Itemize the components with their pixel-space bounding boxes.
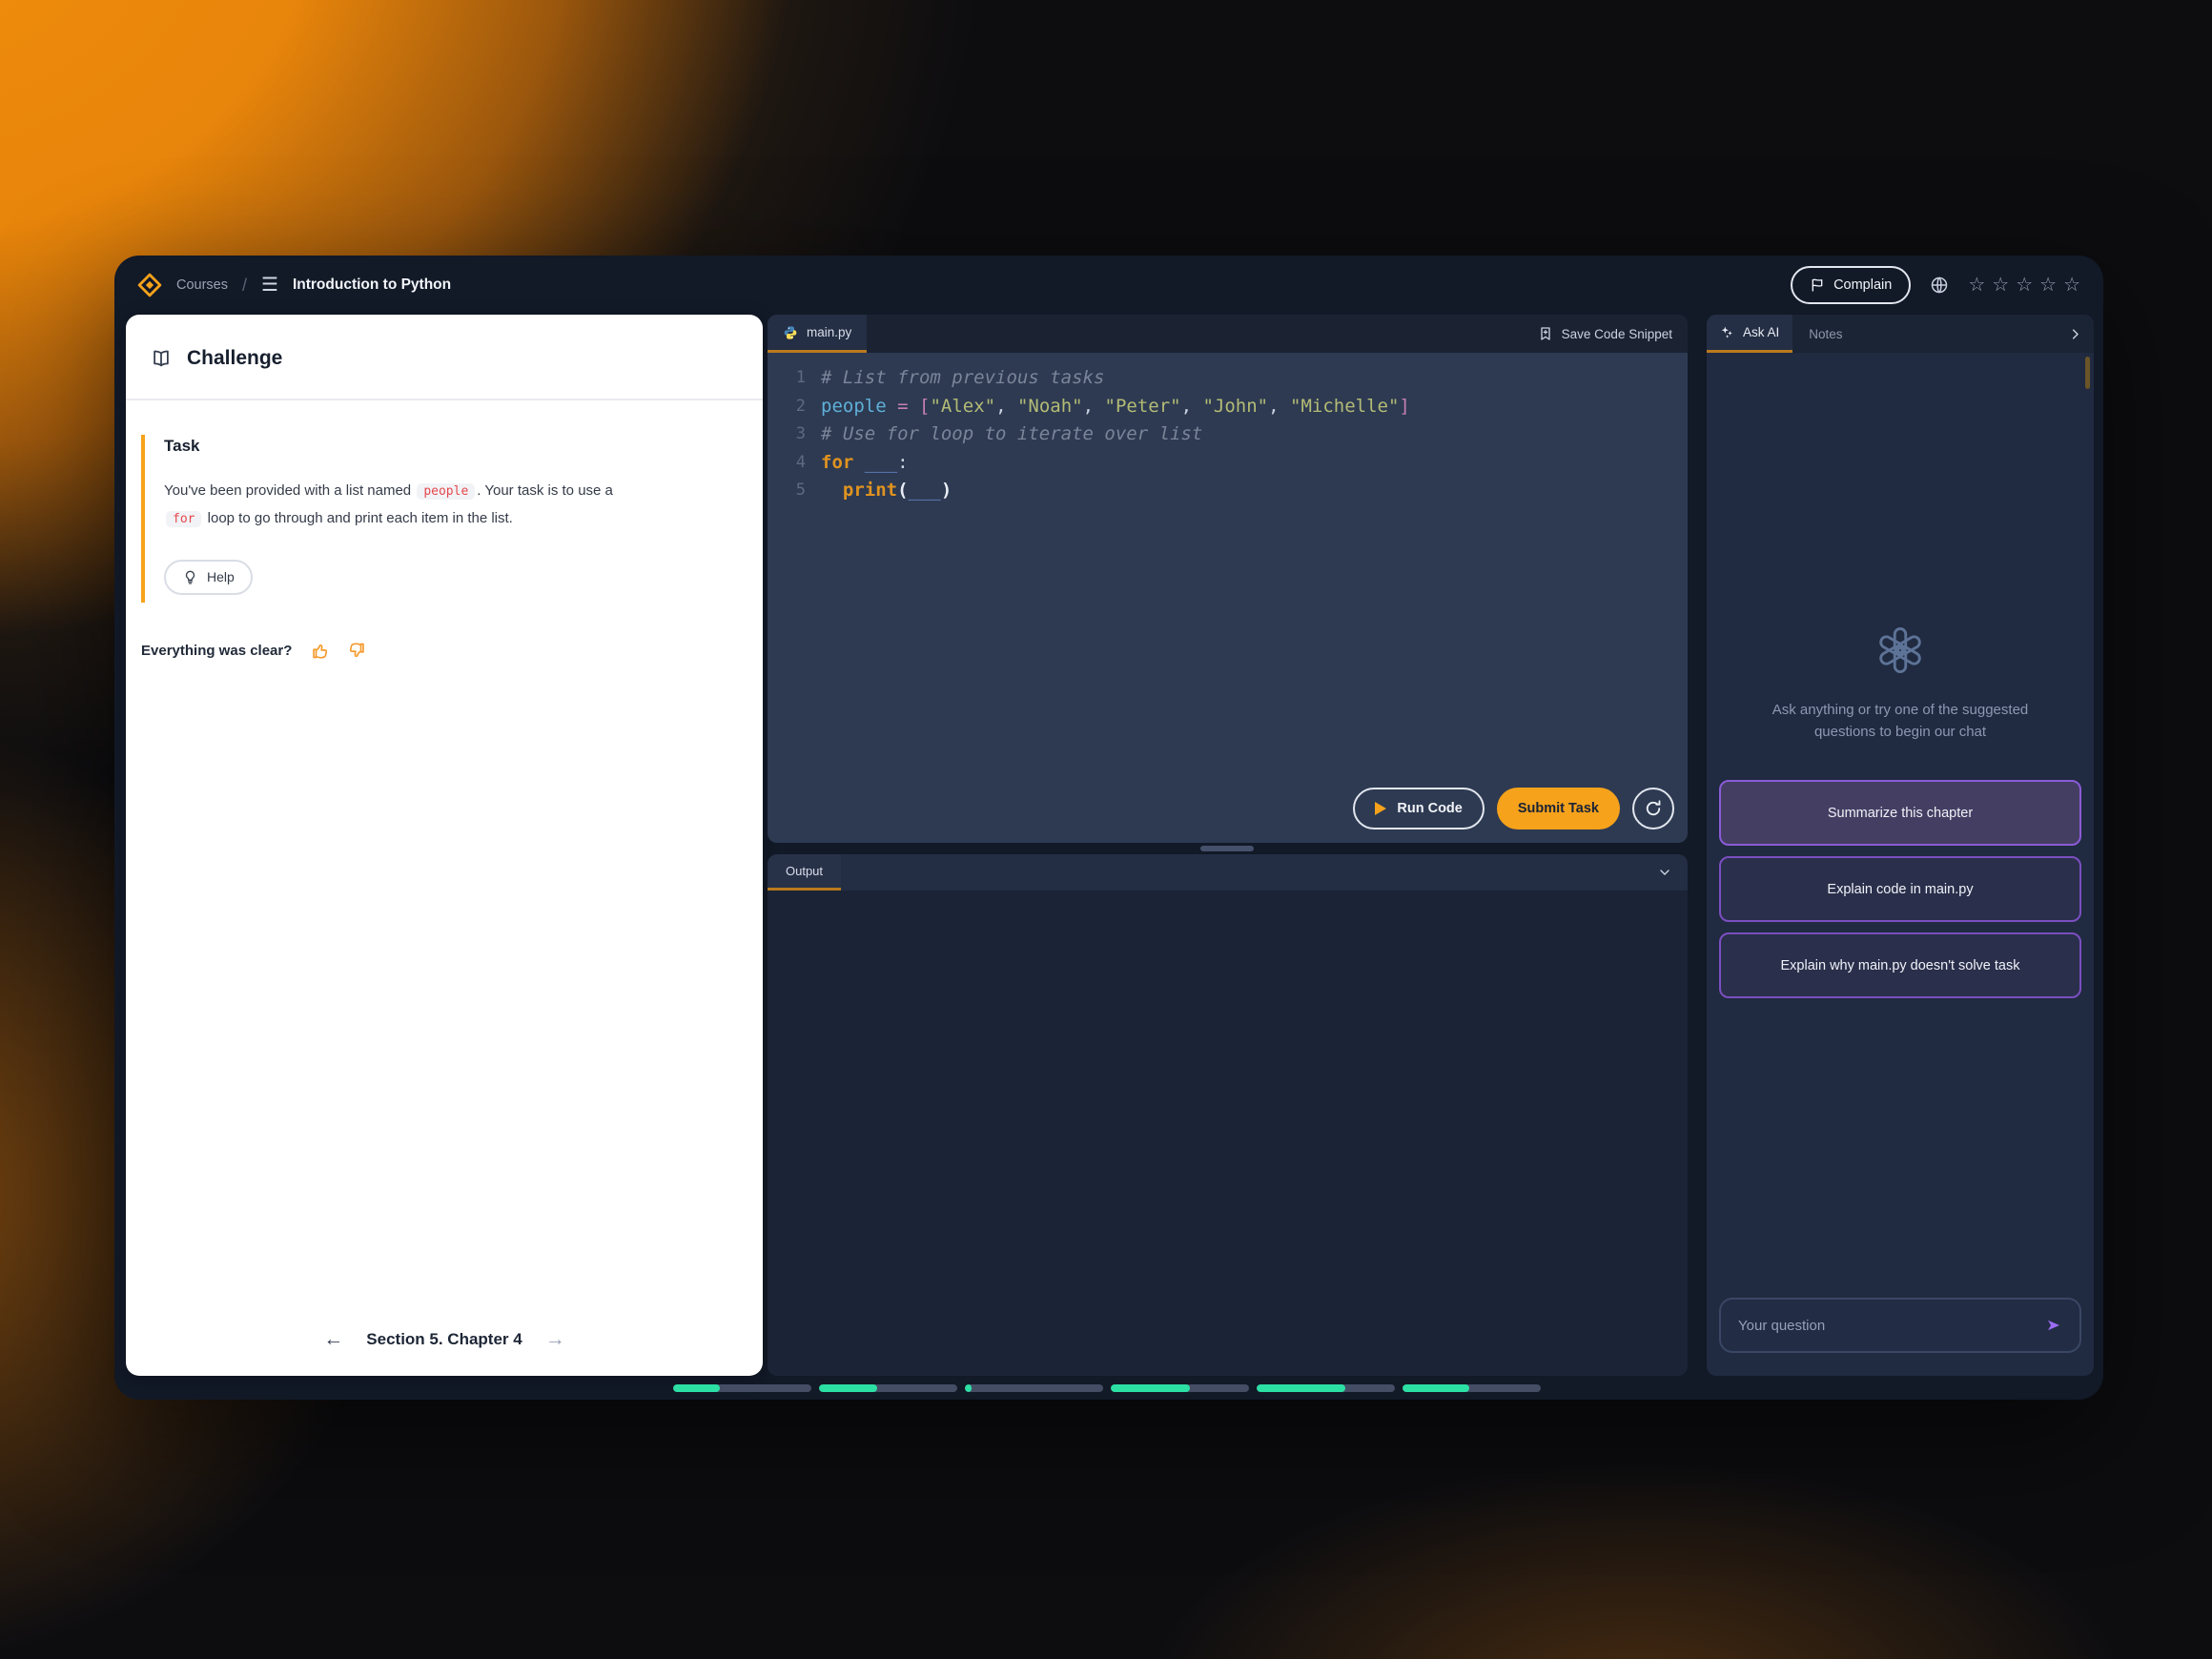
progress-segment [819,1384,957,1392]
chevron-right-icon [2068,327,2082,341]
ai-scrollbar-thumb[interactable] [2085,357,2090,389]
star-icon[interactable]: ☆ [1992,276,2009,295]
progress-segment [673,1384,811,1392]
ask-ai-label: Ask AI [1743,325,1779,339]
chapter-label: Section 5. Chapter 4 [366,1330,522,1349]
tab-output[interactable]: Output [768,854,841,891]
ai-empty-text: Ask anything or try one of the suggested… [1740,699,2060,744]
challenge-title: Challenge [187,347,282,370]
code-chip-people: people [417,483,475,500]
thumbs-down-icon[interactable] [346,641,366,661]
code-line: 1# List from previous tasks [781,364,1688,393]
code-line: 2people = ["Alex", "Noah", "Peter", "Joh… [781,393,1688,421]
task-description: You've been provided with a list named p… [164,477,648,533]
editor-tab-strip: main.py Save Code Snippet [768,315,1688,353]
ai-suggestions: Summarize this chapter Explain code in m… [1719,780,2081,998]
python-icon [783,325,798,340]
run-code-label: Run Code [1397,801,1462,816]
star-icon[interactable]: ☆ [2063,276,2080,295]
editor-actions: Run Code Submit Task [1353,788,1674,830]
code-line: 5 print(___) [781,477,1688,505]
output-panel: Output [768,854,1688,1376]
page-title: Introduction to Python [293,276,451,294]
ai-panel: Ask AI Notes Ask anything or try one of … [1707,315,2094,1376]
star-icon[interactable]: ☆ [2039,276,2057,295]
task-text: . Your task is to use a [477,482,613,499]
collapse-output-button[interactable] [1642,854,1688,891]
bookmark-save-icon [1538,326,1553,341]
top-bar-actions: Complain ☆ ☆ ☆ ☆ ☆ [1791,266,2080,304]
help-label: Help [207,569,235,584]
star-icon[interactable]: ☆ [2016,276,2033,295]
suggestion-explain-code[interactable]: Explain code in main.py [1719,856,2081,922]
feedback-row: Everything was clear? [141,641,763,661]
language-globe-icon[interactable] [1930,276,1949,295]
complain-button[interactable]: Complain [1791,266,1911,304]
suggestion-summarize-chapter[interactable]: Summarize this chapter [1719,780,2081,846]
tab-main-py[interactable]: main.py [768,315,867,353]
top-bar: Courses / ☰ Introduction to Python Compl… [114,256,2103,315]
ai-sparkles-icon [1720,325,1734,339]
star-icon[interactable]: ☆ [1968,276,1985,295]
task-block: Task You've been provided with a list na… [141,435,763,603]
lightbulb-icon [182,569,198,585]
task-panel: Challenge Task You've been provided with… [126,315,763,1376]
play-icon [1375,802,1386,815]
progress-segment [1257,1384,1395,1392]
save-snippet-label: Save Code Snippet [1562,327,1672,341]
chapter-navigation: ← Section 5. Chapter 4 → [126,1328,763,1351]
prev-chapter-arrow[interactable]: ← [323,1328,343,1351]
ai-empty-state: Ask anything or try one of the suggested… [1707,627,2094,744]
tab-ask-ai[interactable]: Ask AI [1707,315,1792,353]
ai-question-inputbox [1719,1298,2081,1353]
progress-segment [1403,1384,1541,1392]
suggestion-explain-why-fails[interactable]: Explain why main.py doesn't solve task [1719,932,2081,998]
task-panel-header: Challenge [126,315,763,400]
task-heading: Task [164,437,763,456]
collapse-ai-panel-button[interactable] [2057,315,2094,353]
tab-label: main.py [807,325,851,339]
task-text: loop to go through and print each item i… [203,510,512,526]
breadcrumb-separator: / [242,276,247,296]
send-icon[interactable] [2045,1317,2062,1334]
rating-stars: ☆ ☆ ☆ ☆ ☆ [1968,276,2080,295]
run-code-button[interactable]: Run Code [1353,788,1484,830]
save-snippet-button[interactable]: Save Code Snippet [1523,315,1688,353]
feedback-thumbs [311,641,366,661]
breadcrumb-courses[interactable]: Courses [176,277,228,293]
flag-icon [1810,277,1825,293]
complain-label: Complain [1833,277,1892,293]
syllabus-menu-icon[interactable]: ☰ [261,276,278,295]
progress-bar [673,1384,1541,1392]
chevron-down-icon [1657,865,1672,880]
submit-task-button[interactable]: Submit Task [1497,788,1620,830]
ai-question-input[interactable] [1738,1318,2036,1334]
app-window: Courses / ☰ Introduction to Python Compl… [114,256,2103,1400]
progress-segment [965,1384,1103,1392]
openai-logo-icon [1877,627,1923,673]
output-header: Output [768,854,1688,891]
code-editor-panel: main.py Save Code Snippet 1# List from p… [768,315,1688,843]
brand-logo-icon[interactable] [137,273,162,297]
code-chip-for: for [166,511,201,527]
next-chapter-arrow[interactable]: → [545,1328,565,1351]
ai-tab-strip: Ask AI Notes [1707,315,2094,353]
thumbs-up-icon[interactable] [311,641,331,661]
panel-resize-handle[interactable] [1200,846,1254,851]
book-icon [151,348,172,369]
refresh-icon [1644,799,1663,818]
help-button[interactable]: Help [164,560,253,595]
task-text: You've been provided with a list named [164,482,415,499]
code-line: 4for ___: [781,449,1688,478]
reset-code-button[interactable] [1632,788,1674,830]
code-editor[interactable]: 1# List from previous tasks2people = ["A… [768,353,1688,505]
code-line: 3# Use for loop to iterate over list [781,420,1688,449]
breadcrumb: Courses / ☰ Introduction to Python [137,273,451,297]
feedback-question: Everything was clear? [141,643,292,659]
tab-notes[interactable]: Notes [1792,315,1858,353]
progress-segment [1111,1384,1249,1392]
